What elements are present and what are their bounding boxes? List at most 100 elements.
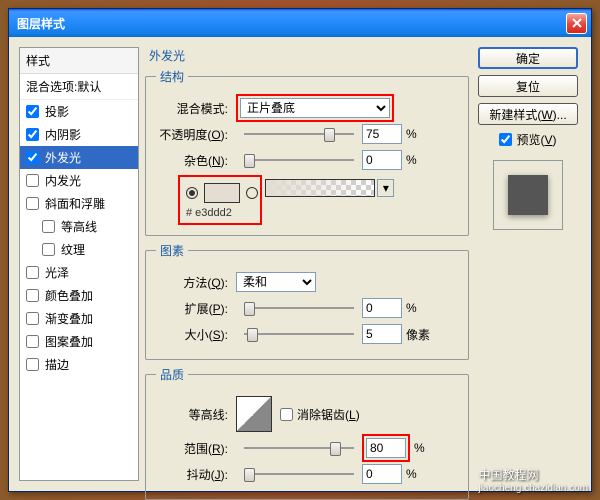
opacity-unit: %: [406, 127, 436, 141]
style-label: 斜面和浮雕: [45, 195, 105, 212]
style-label: 图案叠加: [45, 333, 93, 350]
style-label: 等高线: [61, 218, 97, 235]
close-icon: [572, 18, 582, 28]
structure-group: 结构 混合模式: 正片叠底 不透明度(O): % 杂色(: [145, 68, 469, 236]
style-item-5[interactable]: 等高线: [20, 215, 138, 238]
style-checkbox[interactable]: [42, 220, 55, 233]
color-hex-note: # e3ddd2: [182, 207, 258, 221]
element-group: 图素 方法(Q): 柔和 扩展(P): % 大小(S): 像素: [145, 242, 469, 360]
color-gradient-radio[interactable]: [246, 187, 258, 199]
style-label: 投影: [45, 103, 69, 120]
noise-slider[interactable]: [244, 152, 354, 168]
quality-legend: 品质: [156, 366, 188, 383]
spread-unit: %: [406, 301, 436, 315]
color-row: [182, 183, 258, 203]
styles-header[interactable]: 样式: [20, 48, 138, 74]
spread-input[interactable]: [362, 298, 402, 318]
opacity-label: 不透明度(O):: [156, 126, 236, 143]
jitter-input[interactable]: [362, 464, 402, 484]
technique-select[interactable]: 柔和: [236, 272, 316, 292]
range-label: 范围(R):: [156, 440, 236, 457]
ok-button[interactable]: 确定: [478, 47, 578, 69]
gradient-preview[interactable]: [265, 179, 375, 197]
style-item-9[interactable]: 渐变叠加: [20, 307, 138, 330]
blend-options-default[interactable]: 混合选项:默认: [20, 74, 138, 100]
range-row: 范围(R): %: [156, 437, 458, 459]
color-highlight: # e3ddd2: [178, 175, 262, 225]
antialias-checkbox[interactable]: [280, 408, 293, 421]
close-button[interactable]: [566, 13, 587, 34]
range-unit: %: [414, 441, 444, 455]
color-swatch[interactable]: [204, 183, 240, 203]
style-checkbox[interactable]: [26, 128, 39, 141]
gradient-area: ▾: [265, 179, 394, 197]
color-solid-radio[interactable]: [186, 187, 198, 199]
spread-label: 扩展(P):: [156, 300, 236, 317]
new-style-button[interactable]: 新建样式(W)...: [478, 103, 578, 125]
blend-mode-label: 混合模式:: [156, 100, 236, 117]
size-label: 大小(S):: [156, 326, 236, 343]
technique-row: 方法(Q): 柔和: [156, 271, 458, 293]
range-highlight: [362, 434, 410, 462]
style-item-2[interactable]: 外发光: [20, 146, 138, 169]
blend-mode-select[interactable]: 正片叠底: [240, 98, 390, 118]
antialias-label: 消除锯齿(L): [297, 406, 360, 423]
blend-mode-row: 混合模式: 正片叠底: [156, 97, 458, 119]
style-checkbox[interactable]: [42, 243, 55, 256]
contour-picker[interactable]: [236, 396, 272, 432]
style-label: 内阴影: [45, 126, 81, 143]
range-slider[interactable]: [244, 440, 354, 456]
style-checkbox[interactable]: [26, 105, 39, 118]
style-item-3[interactable]: 内发光: [20, 169, 138, 192]
preview-checkbox[interactable]: [499, 133, 512, 146]
style-item-10[interactable]: 图案叠加: [20, 330, 138, 353]
style-item-1[interactable]: 内阴影: [20, 123, 138, 146]
noise-input[interactable]: [362, 150, 402, 170]
style-label: 外发光: [45, 149, 81, 166]
spread-row: 扩展(P): %: [156, 297, 458, 319]
noise-label: 杂色(N):: [156, 152, 236, 169]
size-input[interactable]: [362, 324, 402, 344]
opacity-row: 不透明度(O): %: [156, 123, 458, 145]
style-label: 渐变叠加: [45, 310, 93, 327]
style-checkbox[interactable]: [26, 151, 39, 164]
main-panel: 外发光 结构 混合模式: 正片叠底 不透明度(O): %: [145, 47, 469, 481]
style-checkbox[interactable]: [26, 335, 39, 348]
jitter-label: 抖动(J):: [156, 466, 236, 483]
style-item-6[interactable]: 纹理: [20, 238, 138, 261]
style-checkbox[interactable]: [26, 266, 39, 279]
style-checkbox[interactable]: [26, 197, 39, 210]
noise-unit: %: [406, 153, 436, 167]
style-checkbox[interactable]: [26, 289, 39, 302]
style-checkbox[interactable]: [26, 358, 39, 371]
style-checkbox[interactable]: [26, 312, 39, 325]
jitter-slider[interactable]: [244, 466, 354, 482]
range-input[interactable]: [366, 438, 406, 458]
titlebar[interactable]: 图层样式: [9, 9, 591, 37]
style-checkbox[interactable]: [26, 174, 39, 187]
preview-checkbox-row[interactable]: 预览(V): [499, 131, 556, 148]
preview-label: 预览(V): [516, 131, 556, 148]
style-item-8[interactable]: 颜色叠加: [20, 284, 138, 307]
style-label: 描边: [45, 356, 69, 373]
panel-title: 外发光: [145, 47, 469, 64]
preview-box: [493, 160, 563, 230]
spread-slider[interactable]: [244, 300, 354, 316]
style-label: 内发光: [45, 172, 81, 189]
blend-mode-highlight: 正片叠底: [236, 94, 394, 122]
style-item-4[interactable]: 斜面和浮雕: [20, 192, 138, 215]
opacity-input[interactable]: [362, 124, 402, 144]
style-item-7[interactable]: 光泽: [20, 261, 138, 284]
structure-legend: 结构: [156, 68, 188, 85]
preview-thumbnail: [508, 175, 548, 215]
style-label: 颜色叠加: [45, 287, 93, 304]
jitter-row: 抖动(J): %: [156, 463, 458, 485]
cancel-button[interactable]: 复位: [478, 75, 578, 97]
quality-group: 品质 等高线: 消除锯齿(L) 范围(R): % 抖动(J):: [145, 366, 469, 500]
size-row: 大小(S): 像素: [156, 323, 458, 345]
style-item-11[interactable]: 描边: [20, 353, 138, 376]
size-slider[interactable]: [244, 326, 354, 342]
style-item-0[interactable]: 投影: [20, 100, 138, 123]
opacity-slider[interactable]: [244, 126, 354, 142]
gradient-dropdown[interactable]: ▾: [377, 179, 394, 197]
